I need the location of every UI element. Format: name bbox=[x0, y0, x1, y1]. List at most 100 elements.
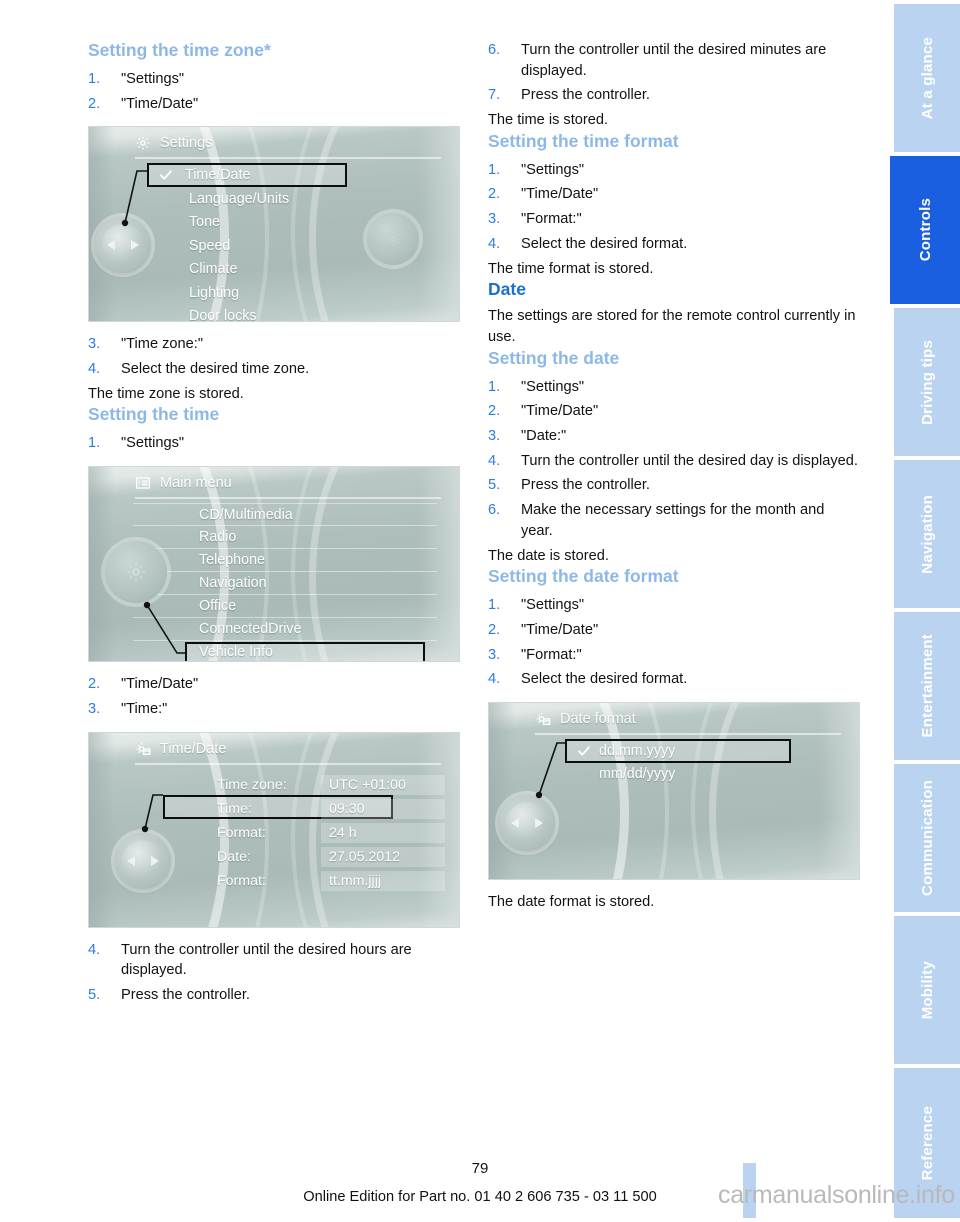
step-number: 6. bbox=[488, 42, 501, 58]
steps-time-continued: 6. Turn the controller until the desired… bbox=[488, 40, 860, 106]
menu-item-office[interactable]: Office bbox=[133, 595, 437, 619]
screenshot-time-date: Time/Date Time zone: UTC +01:00 Time: 09… bbox=[88, 731, 460, 928]
menu-item-telephone[interactable]: Telephone bbox=[133, 549, 437, 573]
right-column: 6. Turn the controller until the desired… bbox=[488, 40, 860, 913]
tab-entertainment[interactable]: Entertainment bbox=[894, 612, 960, 760]
menu-item-door-locks[interactable]: Door locks bbox=[89, 304, 459, 321]
list-item: 4. Turn the controller until the desired… bbox=[88, 940, 460, 981]
step-text: "Settings" bbox=[521, 597, 585, 614]
tab-controls[interactable]: Controls bbox=[890, 156, 960, 304]
setting-row-time-format[interactable]: Format: 24 h bbox=[217, 821, 459, 845]
option-dd-mm-yyyy[interactable]: dd.mm.yyyy bbox=[489, 739, 859, 763]
idrive-controller-knob[interactable] bbox=[499, 795, 555, 852]
step-text: Make the necessary settings for the mont… bbox=[521, 502, 825, 539]
menu-item-language-units[interactable]: Language/Units bbox=[89, 187, 459, 211]
idrive-controller-knob[interactable] bbox=[105, 541, 167, 604]
tab-mobility[interactable]: Mobility bbox=[894, 916, 960, 1064]
menu-item-label: ConnectedDrive bbox=[199, 621, 302, 638]
heading-setting-the-date: Setting the date bbox=[488, 347, 620, 368]
list-item: 3. "Time zone:" bbox=[88, 334, 460, 355]
step-text: "Time/Date" bbox=[521, 403, 599, 420]
steps-time-zone-1: 1. "Settings" 2. "Time/Date" bbox=[88, 69, 460, 114]
screen-header: Main menu bbox=[135, 475, 435, 491]
step-number: 3. bbox=[488, 646, 501, 663]
menu-item-label: Telephone bbox=[199, 552, 265, 569]
menu-item-cd-multimedia[interactable]: CD/Multimedia bbox=[133, 503, 437, 527]
menu-list-icon bbox=[135, 475, 151, 491]
setting-row-date[interactable]: Date: 27.05.2012 bbox=[217, 845, 459, 869]
list-item: 1. "Settings" bbox=[488, 595, 860, 616]
step-number: 1. bbox=[88, 70, 101, 87]
header-divider bbox=[135, 762, 441, 765]
setting-row-time-zone[interactable]: Time zone: UTC +01:00 bbox=[217, 773, 459, 797]
step-text: "Settings" bbox=[121, 70, 185, 87]
step-number: 2. bbox=[488, 621, 501, 638]
tab-label: Navigation bbox=[918, 494, 936, 574]
date-intro-text: The settings are stored for the remote c… bbox=[488, 308, 856, 345]
header-divider bbox=[135, 157, 441, 160]
setting-value: UTC +01:00 bbox=[321, 774, 445, 795]
step-number: 7. bbox=[488, 87, 501, 104]
arrow-right-icon bbox=[151, 855, 159, 866]
tab-driving-tips[interactable]: Driving tips bbox=[894, 308, 960, 456]
list-item: 4. Select the desired format. bbox=[488, 669, 860, 690]
screenshot-settings-menu: Settings Time/Date Language/Units Tone S… bbox=[88, 126, 460, 323]
tab-label: Mobility bbox=[918, 960, 936, 1020]
section-tab-rail: At a glance Controls Driving tips Naviga… bbox=[890, 0, 960, 1222]
idrive-gear-button[interactable] bbox=[367, 213, 419, 266]
menu-item-label: Vehicle Info bbox=[199, 644, 273, 661]
menu-item-connecteddrive[interactable]: ConnectedDrive bbox=[133, 618, 437, 642]
step-text: Press the controller. bbox=[521, 87, 650, 104]
list-item: 2. "Time/Date" bbox=[88, 674, 460, 695]
menu-item-label: Speed bbox=[189, 237, 231, 254]
tab-communication[interactable]: Communication bbox=[894, 764, 960, 912]
setting-row-time[interactable]: Time: 09:30 bbox=[217, 797, 459, 821]
step-number: 2. bbox=[88, 95, 101, 112]
option-mm-dd-yyyy[interactable]: mm/dd/yyyy bbox=[489, 763, 859, 787]
menu-item-vehicle-info[interactable]: Vehicle Info bbox=[133, 641, 437, 661]
setting-row-date-format[interactable]: Format: tt.mm.jjjj bbox=[217, 869, 459, 893]
tab-navigation[interactable]: Navigation bbox=[894, 460, 960, 608]
menu-item-time-date[interactable]: Time/Date bbox=[89, 163, 459, 187]
menu-item-navigation[interactable]: Navigation bbox=[133, 572, 437, 596]
menu-item-label: Radio bbox=[199, 529, 237, 546]
tab-at-a-glance[interactable]: At a glance bbox=[894, 4, 960, 152]
tab-label: Controls bbox=[916, 198, 934, 262]
arrow-left-icon bbox=[511, 818, 519, 829]
checkmark-icon bbox=[159, 168, 173, 182]
menu-item-label: Tone bbox=[189, 214, 221, 231]
step-number: 6. bbox=[488, 502, 501, 519]
result-time-zone-stored: The time zone is stored. bbox=[88, 385, 244, 402]
watermark-text: carmanualsonline.info bbox=[718, 1181, 955, 1209]
idrive-controller-knob[interactable] bbox=[95, 217, 151, 274]
step-text: "Date:" bbox=[521, 427, 567, 444]
list-item: 7. Press the controller. bbox=[488, 85, 860, 106]
tab-label: Driving tips bbox=[918, 339, 936, 425]
menu-item-lighting[interactable]: Lighting bbox=[89, 281, 459, 305]
list-item: 6. Turn the controller until the desired… bbox=[488, 40, 860, 81]
step-text: "Format:" bbox=[521, 211, 582, 228]
step-number: 5. bbox=[88, 986, 101, 1003]
main-menu-list: CD/Multimedia Radio Telephone Navigation… bbox=[133, 503, 437, 661]
menu-item-radio[interactable]: Radio bbox=[133, 526, 437, 550]
step-text: "Settings" bbox=[121, 435, 185, 452]
heading-date: Date bbox=[488, 279, 526, 300]
step-text: "Format:" bbox=[521, 646, 582, 663]
step-number: 2. bbox=[88, 676, 101, 693]
step-text: Select the desired time zone. bbox=[121, 361, 310, 378]
page-number: 79 bbox=[471, 1160, 489, 1177]
step-text: "Time:" bbox=[121, 700, 168, 717]
list-item: 3. "Date:" bbox=[488, 426, 860, 447]
result-time-stored: The time is stored. bbox=[488, 112, 609, 129]
list-item: 1. "Settings" bbox=[88, 69, 460, 90]
list-item: 4. Turn the controller until the desired… bbox=[488, 451, 860, 472]
time-date-settings-list: Time zone: UTC +01:00 Time: 09:30 Format… bbox=[217, 773, 459, 893]
idrive-controller-knob[interactable] bbox=[115, 832, 171, 889]
step-number: 2. bbox=[488, 186, 501, 203]
list-item: 4. Select the desired time zone. bbox=[88, 359, 460, 380]
gear-icon bbox=[135, 135, 151, 151]
screen-title: Main menu bbox=[160, 475, 232, 492]
heading-setting-the-time: Setting the time bbox=[88, 404, 220, 425]
steps-time-format: 1. "Settings" 2. "Time/Date" 3. "Format:… bbox=[488, 160, 860, 255]
time-date-icon bbox=[535, 711, 551, 727]
